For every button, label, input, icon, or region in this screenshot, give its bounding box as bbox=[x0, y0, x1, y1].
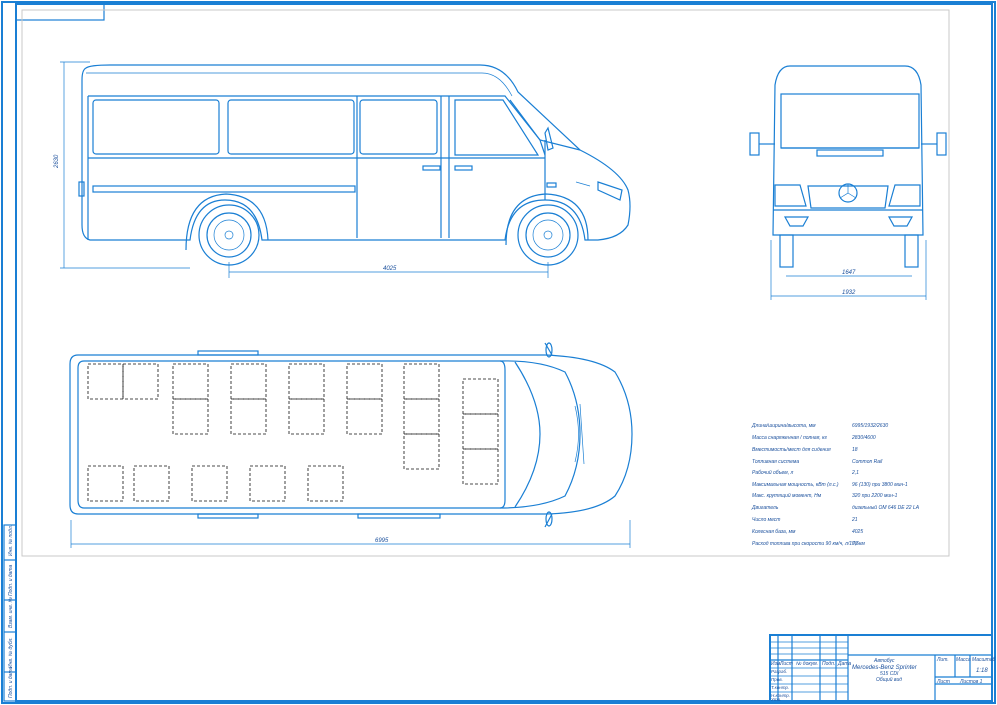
spec-value: 21 bbox=[851, 517, 858, 523]
strip-label: Инв. № подл. bbox=[8, 525, 14, 556]
strip-label: Подп. и дата bbox=[8, 666, 14, 698]
spec-label: Длина/ширина/высота, мм bbox=[751, 423, 816, 429]
tb-col-header: Масштаб bbox=[972, 657, 996, 663]
tb-row-label: Разраб. bbox=[771, 669, 787, 674]
tb-scale: 1:18 bbox=[976, 668, 988, 674]
spec-value: 18 bbox=[852, 447, 858, 453]
tb-header: № докум. bbox=[796, 661, 818, 667]
spec-label: Двигатель bbox=[751, 505, 779, 511]
spec-value: 320 при 2200 мин-1 bbox=[852, 493, 898, 499]
spec-label: Макс. крутящий момент, Нм bbox=[752, 492, 822, 499]
tb-header: Дата bbox=[837, 661, 851, 667]
tb-doc-type: Автобус bbox=[873, 658, 895, 664]
spec-value: 2,1 bbox=[851, 470, 859, 476]
spec-value: дизельный OM 646 DE 22 LA bbox=[852, 504, 920, 511]
strip-label: Инв. № дубл. bbox=[8, 637, 14, 668]
strip-label: Взам. инв. № bbox=[8, 596, 14, 628]
spec-value: Common Rail bbox=[852, 459, 883, 465]
seat-layout bbox=[87, 363, 499, 502]
tb-name-line3: Общий вид bbox=[876, 676, 902, 683]
top-left-stamp bbox=[15, 3, 105, 21]
outer-frame bbox=[1, 1, 996, 704]
spec-label: Рабочий объем, л bbox=[752, 469, 793, 476]
tb-header: Лист bbox=[779, 661, 793, 667]
spec-label: Расход топлива при скорости 90 км/ч, л/1… bbox=[752, 541, 865, 547]
tb-col-header: Масса bbox=[956, 657, 971, 663]
spec-label: Масса снаряженная / полная, кг bbox=[752, 435, 828, 441]
spec-value: 7,6 bbox=[852, 541, 859, 547]
tb-col-header: Лит. bbox=[936, 657, 949, 663]
spec-value: 2830/4600 bbox=[851, 435, 876, 441]
spec-table: Длина/ширина/высота, мм 6995/1932/2630 М… bbox=[751, 423, 920, 547]
tb-sheets: Листов 1 bbox=[959, 679, 983, 685]
tb-row-label: Пров. bbox=[771, 677, 783, 682]
front-view bbox=[749, 65, 947, 300]
dim-height: 2630 bbox=[54, 154, 60, 169]
top-view bbox=[69, 342, 633, 548]
title-block: Изм. Лист № докум. Подп. Дата Разраб. Пр… bbox=[769, 634, 996, 702]
drawing-sheet: 2630 4025 1647 1932 6995 Длина/ширина/вы… bbox=[1, 1, 996, 704]
spec-label: Топливная система bbox=[752, 459, 799, 465]
spec-label: Максимальная мощность, кВт (л.с.) bbox=[752, 482, 839, 488]
spec-label: Колесная база, мм bbox=[752, 529, 796, 535]
dim-front-track: 1647 bbox=[842, 270, 856, 276]
strip-label: Подп. и дата bbox=[8, 564, 14, 596]
inner-frame bbox=[15, 3, 993, 702]
side-view bbox=[60, 61, 631, 278]
left-margin-strip: Инв. № подл. Подп. и дата Взам. инв. № И… bbox=[3, 524, 17, 702]
spec-label: Число мест bbox=[752, 517, 780, 523]
spec-label: Вместимость/мест для сидения bbox=[752, 447, 831, 453]
dim-front-width: 1932 bbox=[842, 290, 856, 296]
tb-header: Подп. bbox=[822, 661, 835, 667]
tb-row-label: Т.контр. bbox=[771, 685, 789, 690]
dim-overall-length: 6995 bbox=[375, 538, 389, 544]
spec-value: 96 (130) при 3800 мин-1 bbox=[852, 482, 908, 488]
spec-value: 6995/1932/2630 bbox=[852, 423, 888, 429]
tb-sheet: Лист bbox=[936, 679, 950, 685]
tb-row-label: Утв. bbox=[771, 697, 781, 702]
viewport-border bbox=[21, 9, 950, 557]
spec-value: 4025 bbox=[852, 529, 863, 535]
dim-wheelbase: 4025 bbox=[383, 266, 397, 272]
